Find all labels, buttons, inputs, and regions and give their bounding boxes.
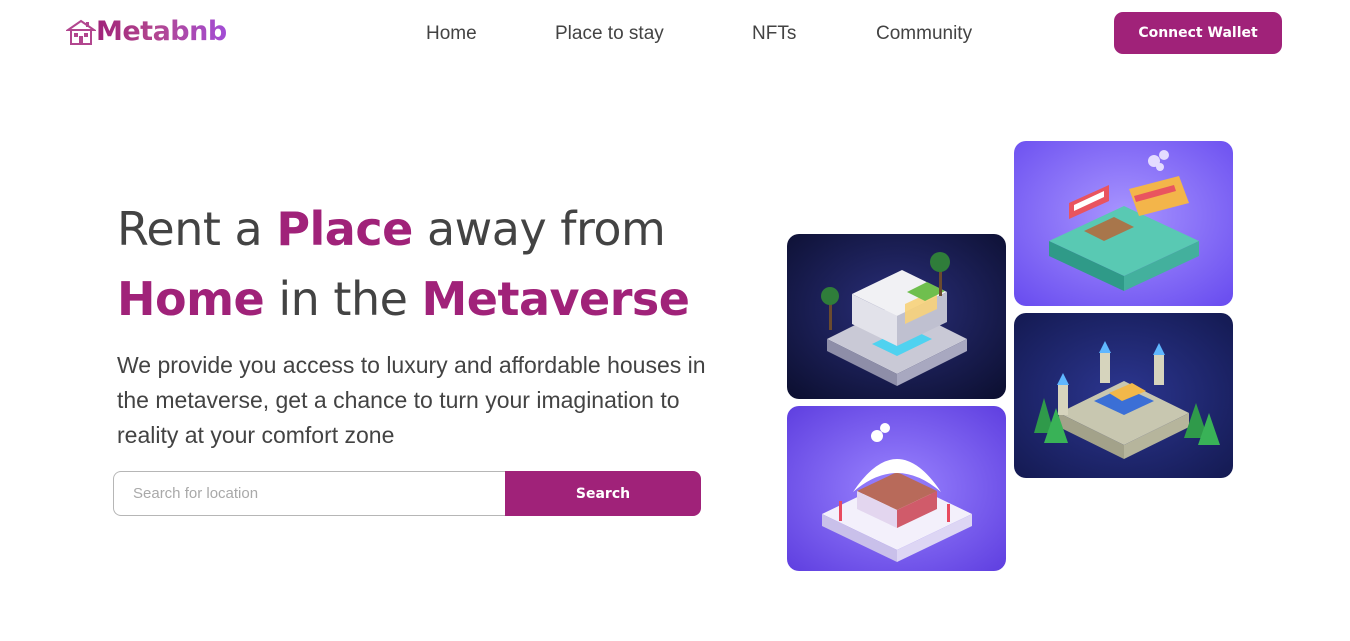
hero-description: We provide you access to luxury and affo… (117, 352, 706, 448)
location-search: Search (113, 471, 701, 516)
hero-title-text: Rent a (117, 202, 277, 256)
nav-link-home[interactable]: Home (426, 22, 477, 46)
connect-wallet-button[interactable]: Connect Wallet (1114, 12, 1282, 54)
market-stall-image (1014, 141, 1233, 306)
search-input[interactable] (113, 471, 505, 516)
nav-link-community[interactable]: Community (876, 22, 972, 46)
hero-title-accent: Metaverse (421, 272, 690, 326)
nav-link-nfts[interactable]: NFTs (752, 22, 796, 46)
hero-title: Rent a Place away from Home in the Metav… (117, 194, 757, 334)
nav-link-place-to-stay[interactable]: Place to stay (555, 22, 664, 46)
snow-cabin-image (787, 406, 1006, 571)
search-button[interactable]: Search (505, 471, 701, 516)
hero-title-accent: Home (117, 272, 265, 326)
hero-title-accent: Place (276, 202, 413, 256)
hero-title-text: in the (264, 272, 422, 326)
hero-title-text: away from (412, 202, 666, 256)
modern-villa-image (787, 234, 1006, 399)
castle-image (1014, 313, 1233, 478)
site-header: Metabnb Home Place to stay NFTs Communit… (0, 0, 1350, 66)
